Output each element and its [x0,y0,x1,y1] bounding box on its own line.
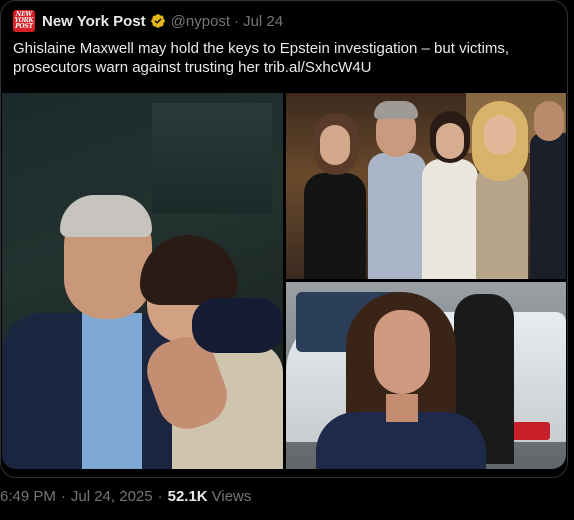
separator-dot: · [234,12,240,30]
tweet-card[interactable]: NEW YORK POST New York Post @nypost · Ju… [0,0,568,478]
media-grid [2,93,566,469]
avatar[interactable]: NEW YORK POST [13,10,35,32]
verified-badge-icon [150,13,166,29]
tweet-body: Ghislaine Maxwell may hold the keys to E… [13,40,510,76]
meta-time[interactable]: 6:49 PM [0,488,56,505]
tweet-text: Ghislaine Maxwell may hold the keys to E… [13,39,553,77]
tweet-link[interactable]: trib.al/SxhcW4U [264,59,372,76]
handle[interactable]: @nypost [171,13,230,30]
views-label: Views [211,487,252,505]
avatar-text-line3: POST [15,23,33,30]
photo-group[interactable] [286,93,566,279]
meta-date[interactable]: Jul 24, 2025 [71,488,153,505]
tweet-date[interactable]: Jul 24 [243,13,283,30]
photo-couple[interactable] [2,93,283,469]
meta-separator: · [60,487,66,505]
meta-separator-2: · [157,487,163,505]
photo-street[interactable] [286,282,566,469]
tweet-header: NEW YORK POST New York Post @nypost · Ju… [13,10,283,32]
tweet-meta: 6:49 PM · Jul 24, 2025 · 52.1K Views [0,486,251,506]
right-edge [569,0,574,520]
account-name[interactable]: New York Post [42,13,146,30]
views-count[interactable]: 52.1K [168,488,208,505]
